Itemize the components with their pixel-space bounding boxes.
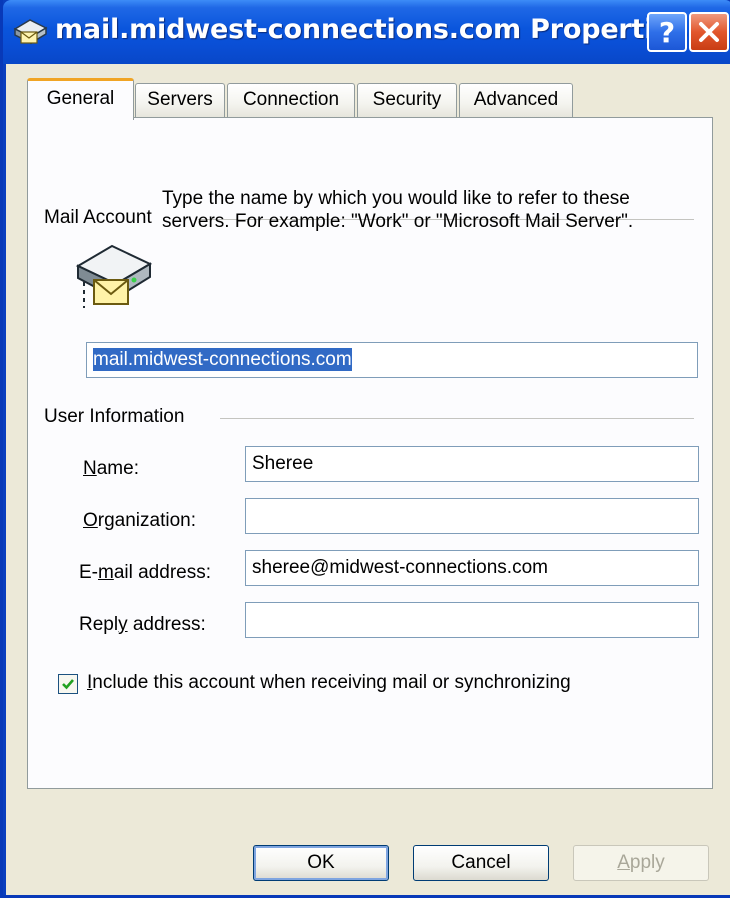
- tab-label: General: [46, 88, 115, 109]
- tab-advanced[interactable]: Advanced: [459, 83, 573, 117]
- mail-account-group-label: Mail Account: [44, 207, 158, 229]
- user-information-divider: [220, 418, 694, 419]
- name-label: Name:: [83, 458, 139, 479]
- tab-general[interactable]: General: [27, 78, 134, 120]
- dialog-client-area: General Servers Connection Security Adva…: [6, 64, 730, 895]
- account-name-input[interactable]: mail.midwest-connections.com: [86, 342, 698, 378]
- mail-server-icon: [75, 244, 153, 308]
- close-icon: [699, 22, 719, 42]
- name-input[interactable]: Sheree: [245, 446, 699, 482]
- name-value: Sheree: [252, 453, 314, 474]
- tab-label: Connection: [242, 89, 340, 110]
- help-icon: ?: [658, 15, 676, 49]
- tab-label: Servers: [147, 89, 213, 110]
- help-button[interactable]: ?: [647, 12, 687, 52]
- apply-button[interactable]: Apply: [573, 845, 709, 881]
- reply-address-input[interactable]: [245, 602, 699, 638]
- checkmark-icon: [62, 679, 74, 690]
- reply-address-label: Reply address:: [79, 614, 206, 635]
- ok-button[interactable]: OK: [253, 845, 389, 881]
- tab-label: Advanced: [473, 89, 559, 110]
- properties-dialog: mail.midwest-connections.com Properties …: [0, 0, 730, 898]
- tab-security[interactable]: Security: [357, 83, 457, 117]
- cancel-button[interactable]: Cancel: [413, 845, 549, 881]
- tab-label: Security: [372, 89, 442, 110]
- account-name-value: mail.midwest-connections.com: [93, 348, 352, 371]
- include-account-checkbox[interactable]: [58, 674, 78, 694]
- mail-account-icon: [13, 19, 48, 45]
- window-title: mail.midwest-connections.com Properties: [55, 14, 688, 45]
- email-value: sheree@midwest-connections.com: [252, 557, 548, 578]
- user-information-group-label: User Information: [44, 406, 191, 428]
- email-label: E-mail address:: [79, 562, 211, 583]
- close-button[interactable]: [689, 12, 729, 52]
- organization-label: Organization:: [83, 510, 197, 531]
- organization-input[interactable]: [245, 498, 699, 534]
- include-account-label[interactable]: Include this account when receiving mail…: [87, 672, 571, 694]
- mail-account-description: Type the name by which you would like to…: [162, 188, 634, 232]
- tab-servers[interactable]: Servers: [135, 83, 225, 117]
- title-bar[interactable]: mail.midwest-connections.com Properties …: [3, 0, 730, 64]
- tab-connection[interactable]: Connection: [227, 83, 355, 117]
- email-input[interactable]: sheree@midwest-connections.com: [245, 550, 699, 586]
